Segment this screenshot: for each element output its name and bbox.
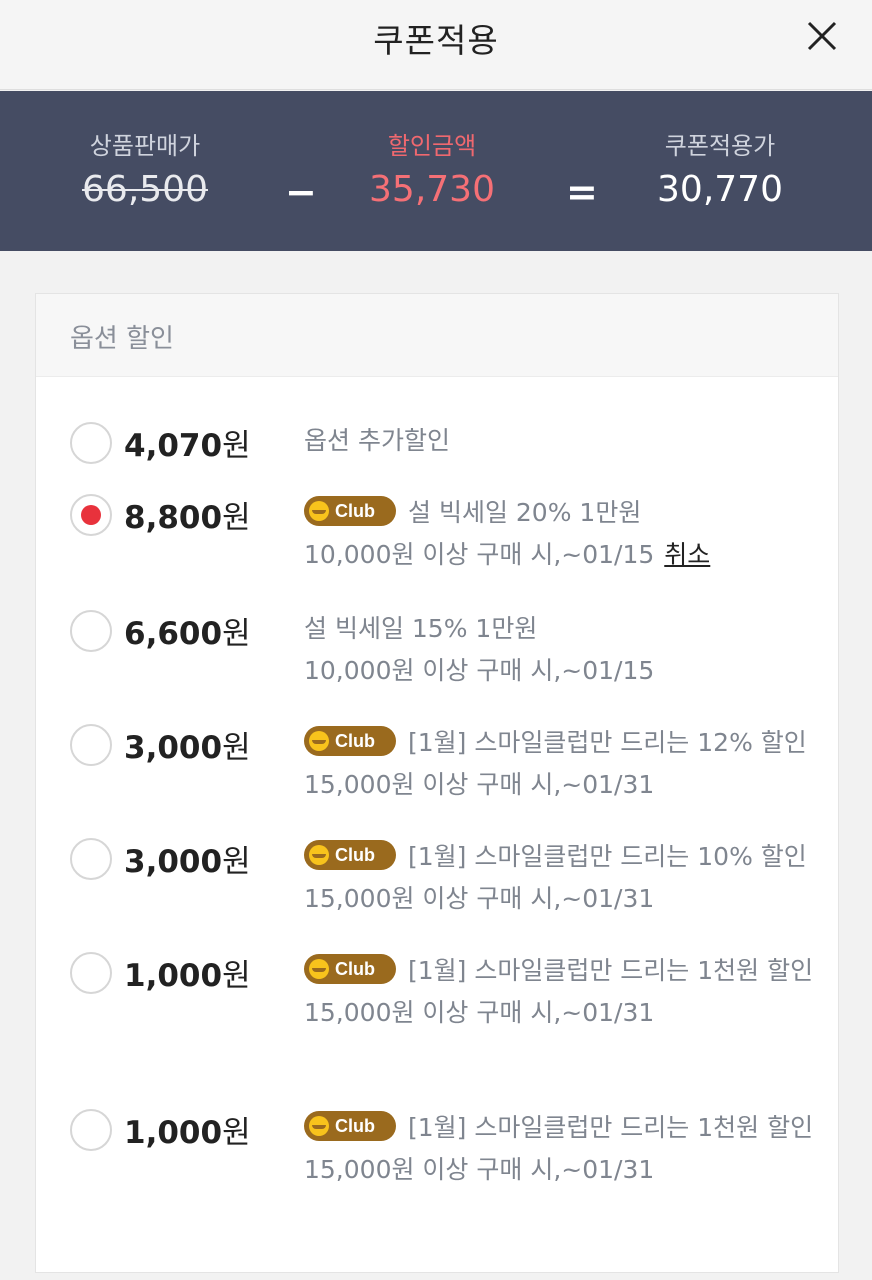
coupon-title: [1월] 스마일클럽만 드리는 1천원 할인 (408, 1113, 814, 1142)
radio-button[interactable] (70, 610, 112, 652)
currency-unit: 원 (222, 500, 251, 536)
coupon-amount-value: 1,000 (124, 958, 223, 994)
club-badge: Club (304, 496, 396, 526)
coupon-title-line: Club [1월] 스마일클럽만 드리는 10% 할인 (304, 836, 824, 878)
coupon-title-line: Club [1월] 스마일클럽만 드리는 12% 할인 (304, 722, 824, 764)
coupon-amount-value: 3,000 (124, 730, 223, 766)
coupon-condition: 15,000원 이상 구매 시,~01/31 (304, 998, 655, 1027)
final-price-label: 쿠폰적용가 (664, 132, 776, 160)
coupon-amount: 3,000원 (124, 836, 251, 881)
smile-icon (309, 959, 329, 979)
coupon-condition: 15,000원 이상 구매 시,~01/31 (304, 884, 655, 913)
price-summary: 상품판매가 66,500 할인금액 35,730 쿠폰적용가 30,770 (0, 91, 872, 251)
original-price-label: 상품판매가 (89, 132, 201, 160)
radio-selected[interactable] (70, 494, 112, 536)
smile-icon (309, 731, 329, 751)
coupon-amount-value: 3,000 (124, 844, 223, 880)
currency-unit: 원 (222, 428, 251, 464)
close-icon[interactable] (800, 14, 844, 58)
coupon-condition: 15,000원 이상 구매 시,~01/31 (304, 1155, 655, 1184)
coupon-condition: 15,000원 이상 구매 시,~01/31 (304, 770, 655, 799)
currency-unit: 원 (222, 844, 251, 880)
currency-unit: 원 (222, 1115, 251, 1151)
coupon-title-line: Club 설 빅세일 20% 1만원 (304, 492, 824, 534)
coupon-description: Club 설 빅세일 20% 1만원 10,000원 이상 구매 시,~01/15 취… (304, 492, 824, 576)
coupon-title: [1월] 스마일클럽만 드리는 12% 할인 (408, 728, 807, 757)
coupon-condition-line: 15,000원 이상 구매 시,~01/31 (304, 878, 824, 920)
coupon-description: Club [1월] 스마일클럽만 드리는 12% 할인 15,000원 이상 구매 … (304, 722, 824, 806)
coupon-title: 설 빅세일 15% 1만원 (304, 614, 538, 643)
coupon-title-line: 옵션 추가할인 (304, 420, 824, 462)
radio-button[interactable] (70, 838, 112, 880)
coupon-amount: 1,000원 (124, 950, 251, 995)
coupon-amount-value: 6,600 (124, 616, 223, 652)
equals-sign: = (566, 170, 598, 214)
radio-button[interactable] (70, 724, 112, 766)
club-badge: Club (304, 954, 396, 984)
coupon-title-line: Club [1월] 스마일클럽만 드리는 1천원 할인 (304, 950, 824, 992)
coupon-condition-line: 10,000원 이상 구매 시,~01/15 취소 (304, 534, 824, 576)
minus-sign: − (285, 170, 317, 214)
coupon-condition-line: 10,000원 이상 구매 시,~01/15 (304, 650, 824, 692)
club-badge-label: Club (335, 731, 375, 751)
coupon-title: [1월] 스마일클럽만 드리는 10% 할인 (408, 842, 807, 871)
smile-icon (309, 845, 329, 865)
discount-amount-value: 35,730 (369, 169, 495, 210)
discount-amount-label: 할인금액 (387, 132, 477, 160)
coupon-title: [1월] 스마일클럽만 드리는 1천원 할인 (408, 956, 814, 985)
coupon-description: 설 빅세일 15% 1만원 10,000원 이상 구매 시,~01/15 (304, 608, 824, 692)
coupon-amount: 1,000원 (124, 1107, 251, 1152)
coupon-description: Club [1월] 스마일클럽만 드리는 1천원 할인 15,000원 이상 구매 … (304, 950, 824, 1034)
coupon-condition-line: 15,000원 이상 구매 시,~01/31 (304, 992, 824, 1034)
coupon-amount-value: 1,000 (124, 1115, 223, 1151)
radio-dot-icon (81, 505, 101, 525)
coupon-description: Club [1월] 스마일클럽만 드리는 1천원 할인 15,000원 이상 구매 … (304, 1107, 824, 1191)
coupon-amount-value: 4,070 (124, 428, 223, 464)
coupon-amount: 3,000원 (124, 722, 251, 767)
radio-button[interactable] (70, 952, 112, 994)
smile-icon (309, 1116, 329, 1136)
club-badge-label: Club (335, 501, 375, 521)
club-badge: Club (304, 840, 396, 870)
top-bar: 쿠폰적용 (0, 0, 872, 90)
section-title: 옵션 할인 (70, 324, 174, 354)
option-discount-panel: 옵션 할인 4,070원 옵션 추가할인 8,800원 Club 설 빅세일 20% 1… (35, 293, 839, 1273)
coupon-title-line: 설 빅세일 15% 1만원 (304, 608, 824, 650)
coupon-title: 옵션 추가할인 (304, 426, 450, 455)
currency-unit: 원 (222, 958, 251, 994)
smile-icon (309, 501, 329, 521)
coupon-condition-line: 15,000원 이상 구매 시,~01/31 (304, 764, 824, 806)
coupon-amount-value: 8,800 (124, 500, 223, 536)
radio-button[interactable] (70, 422, 112, 464)
club-badge-label: Club (335, 1116, 375, 1136)
radio-button[interactable] (70, 1109, 112, 1151)
coupon-description: Club [1월] 스마일클럽만 드리는 10% 할인 15,000원 이상 구매 … (304, 836, 824, 920)
coupon-description: 옵션 추가할인 (304, 420, 824, 462)
coupon-amount: 6,600원 (124, 608, 251, 653)
club-badge-label: Club (335, 959, 375, 979)
coupon-title: 설 빅세일 20% 1만원 (408, 498, 642, 527)
coupon-condition: 10,000원 이상 구매 시,~01/15 (304, 656, 655, 685)
currency-unit: 원 (222, 730, 251, 766)
coupon-condition: 10,000원 이상 구매 시,~01/15 (304, 540, 655, 569)
cancel-coupon-link[interactable]: 취소 (664, 540, 710, 569)
club-badge-label: Club (335, 845, 375, 865)
final-price-value: 30,770 (657, 169, 783, 210)
club-badge: Club (304, 1111, 396, 1141)
club-badge: Club (304, 726, 396, 756)
coupon-amount: 8,800원 (124, 492, 251, 537)
original-price-value: 66,500 (82, 169, 208, 210)
page-title: 쿠폰적용 (373, 21, 499, 60)
coupon-amount: 4,070원 (124, 420, 251, 465)
section-header: 옵션 할인 (36, 294, 838, 377)
coupon-condition-line: 15,000원 이상 구매 시,~01/31 (304, 1149, 824, 1191)
coupon-title-line: Club [1월] 스마일클럽만 드리는 1천원 할인 (304, 1107, 824, 1149)
currency-unit: 원 (222, 616, 251, 652)
